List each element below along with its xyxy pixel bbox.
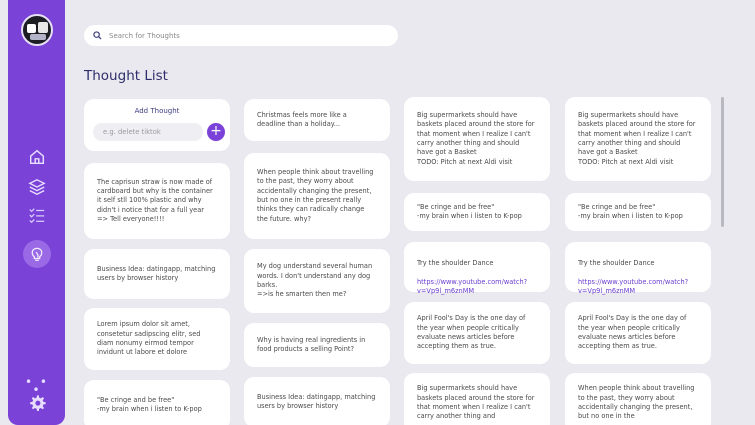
youtube-link[interactable]: https://www.youtube.com/watch?v=Vp9l_m6z… — [417, 278, 527, 295]
thought-card[interactable]: April Fool's Day is the one day of the y… — [565, 302, 711, 364]
checklist-icon[interactable] — [23, 201, 51, 229]
sidebar: • • • — [8, 0, 65, 425]
thought-card[interactable]: Business Idea: datingapp, matching users… — [244, 377, 390, 425]
lightbulb-icon[interactable] — [23, 240, 51, 268]
thought-card[interactable]: "Be cringe and be free" -my brain when i… — [404, 193, 550, 231]
thought-card[interactable]: When people think about travelling to th… — [565, 373, 711, 425]
add-thought-button[interactable]: + — [207, 123, 225, 141]
thought-card[interactable]: The caprisun straw is now made of cardbo… — [84, 163, 230, 239]
thought-card[interactable]: Business Idea: datingapp, matching users… — [84, 249, 230, 299]
thought-card[interactable]: April Fool's Day is the one day of the y… — [404, 302, 550, 364]
thought-card[interactable]: Lorem ipsum dolor sit amet, consetetur s… — [84, 308, 230, 370]
thought-card[interactable]: Big supermarkets should have baskets pla… — [404, 373, 550, 425]
search-bar[interactable] — [84, 25, 398, 46]
thought-card[interactable]: "Be cringe and be free" -my brain when i… — [84, 380, 230, 425]
add-thought-input[interactable] — [93, 123, 203, 141]
layers-icon[interactable] — [23, 173, 51, 201]
thought-text: Try the shoulder Dance — [417, 259, 494, 268]
thought-card[interactable]: Big supermarkets should have baskets pla… — [404, 97, 550, 181]
robot-avatar-icon[interactable] — [21, 14, 53, 46]
thought-card[interactable]: Try the shoulder Dance https://www.youtu… — [404, 242, 550, 295]
thought-card[interactable]: Christmas feels more like a deadline tha… — [244, 99, 390, 141]
gear-icon[interactable] — [23, 389, 51, 417]
thought-card[interactable]: "Be cringe and be free" -my brain when i… — [565, 193, 711, 231]
thought-card[interactable]: My dog understand several human words. I… — [244, 249, 390, 313]
thought-card[interactable]: Big supermarkets should have baskets pla… — [565, 97, 711, 181]
search-input[interactable] — [109, 31, 389, 40]
thought-card[interactable]: Why is having real ingredients in food p… — [244, 323, 390, 367]
page-title: Thought List — [84, 68, 168, 84]
thought-card[interactable]: Try the shoulder Dance https://www.youtu… — [565, 242, 711, 295]
thought-text: Try the shoulder Dance — [578, 259, 655, 268]
home-icon[interactable] — [23, 143, 51, 171]
youtube-link[interactable]: https://www.youtube.com/watch?v=Vp9l_m6z… — [578, 278, 688, 295]
search-icon — [93, 31, 102, 40]
thought-card[interactable]: When people think about travelling to th… — [244, 153, 390, 239]
add-thought-card: Add Thought + — [84, 99, 230, 151]
scrollbar-thumb[interactable] — [721, 97, 724, 227]
add-thought-title: Add Thought — [134, 107, 180, 115]
